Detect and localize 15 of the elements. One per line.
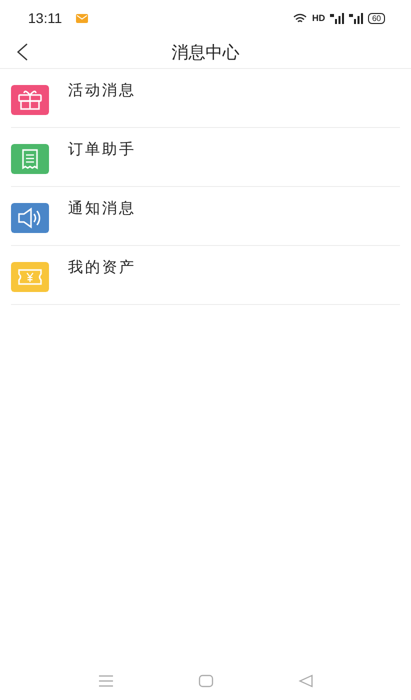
- signal-icon: [349, 12, 364, 24]
- home-icon[interactable]: [198, 674, 214, 688]
- message-category[interactable]: 订单助手: [68, 140, 136, 159]
- network-label: HD: [312, 13, 326, 23]
- signal-icon: [330, 12, 344, 24]
- menu-icon[interactable]: [98, 675, 114, 687]
- mail-icon: [76, 14, 88, 22]
- message-category[interactable]: 活动消息: [68, 81, 136, 100]
- message-category[interactable]: 通知消息: [68, 199, 136, 218]
- page-title: 消息中心: [172, 42, 240, 64]
- status-time: 13:11: [28, 10, 62, 26]
- message-category[interactable]: 我的资产: [68, 258, 136, 277]
- wifi-icon: [293, 12, 308, 24]
- battery-indicator: 60: [368, 12, 385, 24]
- back-icon[interactable]: [298, 674, 314, 688]
